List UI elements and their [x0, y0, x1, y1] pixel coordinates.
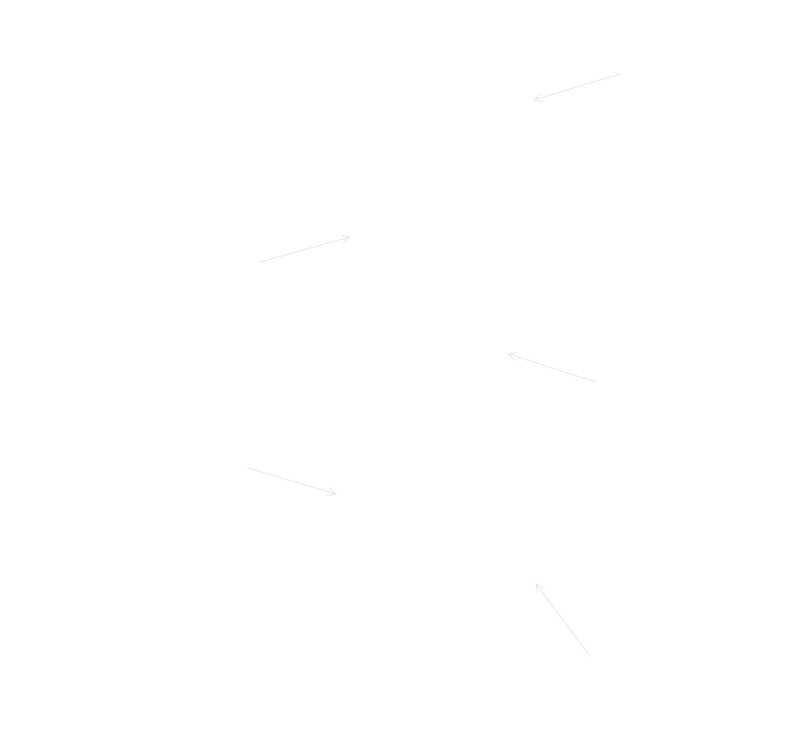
arrow-5-shaft — [535, 583, 591, 657]
arrow-3-shaft — [507, 353, 597, 383]
arrow-5 — [535, 583, 591, 657]
arrow-2-shaft — [259, 236, 351, 263]
arrow-1 — [533, 73, 621, 102]
arrow-4 — [247, 467, 337, 496]
arrow-layer — [247, 73, 621, 657]
arrow-3 — [507, 352, 597, 383]
arrow-1-shaft — [533, 73, 621, 101]
arrow-4-shaft — [247, 467, 337, 495]
arrow-2 — [259, 234, 351, 263]
diagram-canvas — [0, 0, 808, 730]
